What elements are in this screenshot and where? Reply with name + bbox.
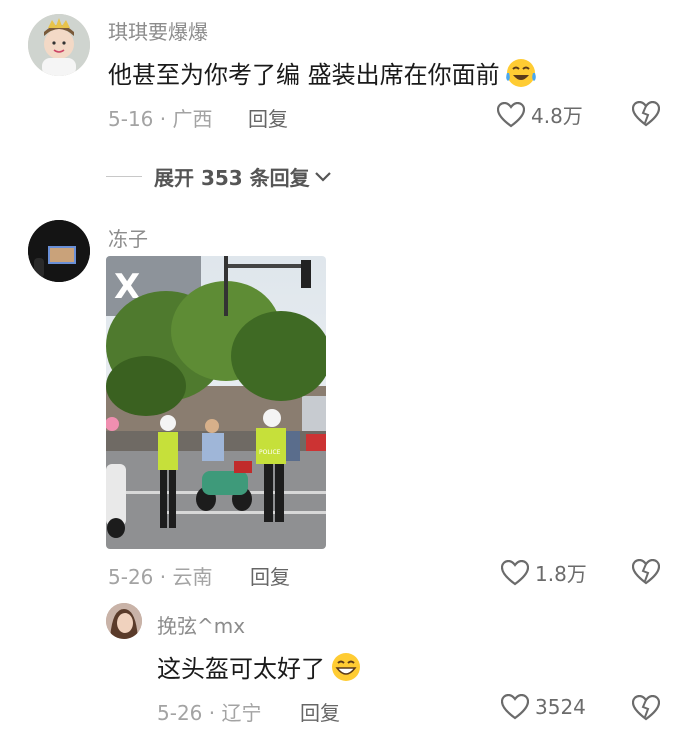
comment-date-location: 5-16 · 广西 <box>108 107 213 131</box>
comment-date-location: 5-26 · 云南 <box>108 565 213 589</box>
reply-button[interactable]: 回复 <box>300 697 340 726</box>
comment-text-body: 这头盔可太好了 <box>157 655 325 683</box>
like-button[interactable]: 4.8万 <box>497 100 583 129</box>
comment-username[interactable]: 冻子 <box>108 223 148 252</box>
crying-laughing-emoji-icon <box>504 57 538 95</box>
like-count: 4.8万 <box>531 104 583 128</box>
heart-icon <box>501 559 529 586</box>
expand-replies-label: 展开 353 条回复 <box>154 166 310 190</box>
avatar-user-2[interactable] <box>28 220 90 282</box>
like-button[interactable]: 1.8万 <box>501 558 587 587</box>
comment-text: 他甚至为你考了编 盛装出席在你面前 <box>108 55 538 95</box>
heart-icon <box>501 694 529 720</box>
police-vest-text: POLICE <box>259 449 281 456</box>
grinning-emoji-icon <box>329 651 363 689</box>
comment-text-body: 他甚至为你考了编 盛装出席在你面前 <box>108 61 500 89</box>
chevron-down-icon <box>314 171 332 183</box>
broken-heart-icon[interactable] <box>632 101 660 127</box>
heart-icon <box>497 101 525 128</box>
comment-text: 这头盔可太好了 <box>157 649 363 689</box>
avatar-user-3[interactable] <box>106 603 142 639</box>
comment-username[interactable]: 挽弦^mx <box>157 610 245 639</box>
like-count: 1.8万 <box>535 562 587 586</box>
expand-replies-button[interactable]: 展开 353 条回复 <box>106 162 332 191</box>
broken-heart-icon[interactable] <box>632 695 660 721</box>
divider-line <box>106 176 142 177</box>
reply-button[interactable]: 回复 <box>248 103 288 132</box>
avatar-user-1[interactable] <box>28 14 90 76</box>
like-button[interactable]: 3524 <box>501 694 586 720</box>
broken-heart-icon[interactable] <box>632 559 660 585</box>
reply-button[interactable]: 回复 <box>250 561 290 590</box>
comment-username[interactable]: 琪琪要爆爆 <box>108 16 208 45</box>
like-count: 3524 <box>535 695 586 719</box>
comment-photo[interactable]: X POLICE <box>106 256 326 549</box>
comment-date-location: 5-26 · 辽宁 <box>157 701 262 725</box>
